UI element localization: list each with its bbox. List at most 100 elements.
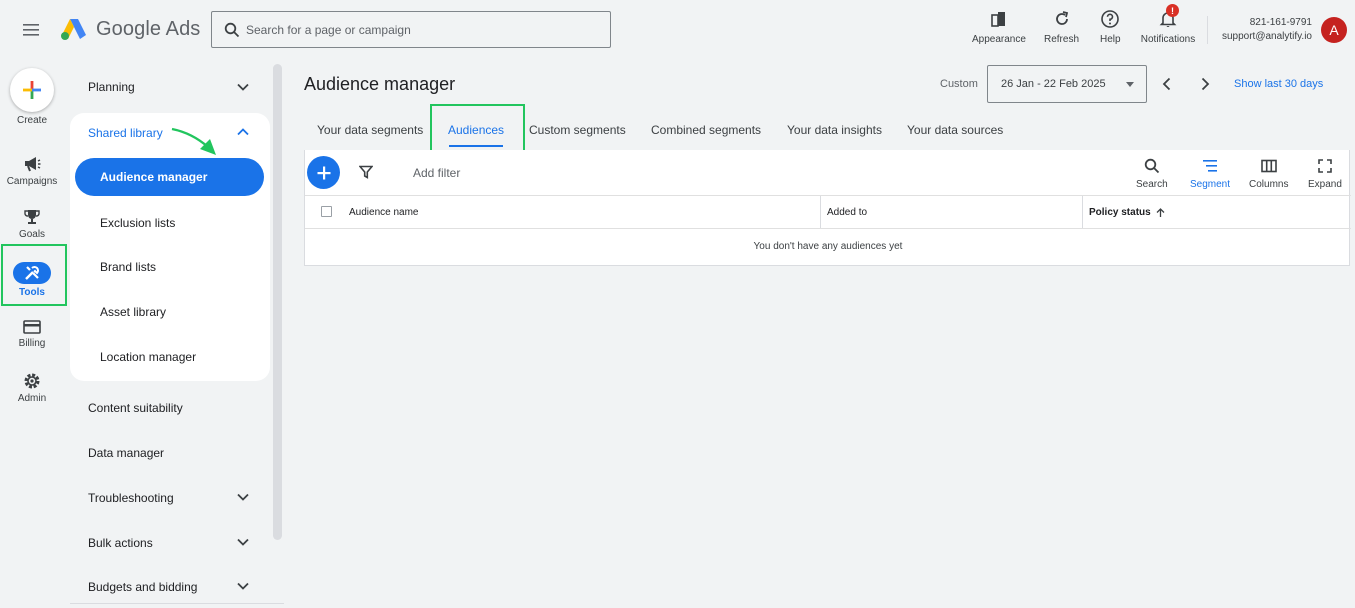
google-ads-logo-icon bbox=[61, 19, 86, 40]
tab-custom-segments[interactable]: Custom segments bbox=[529, 123, 626, 137]
dropdown-caret-icon bbox=[1126, 82, 1134, 87]
bulk-actions-label: Bulk actions bbox=[88, 536, 153, 550]
column-header-audience-name[interactable]: Audience name bbox=[349, 196, 419, 229]
chevron-down-icon[interactable] bbox=[236, 80, 250, 94]
chevron-left-icon[interactable] bbox=[1159, 76, 1175, 92]
account-id: 821-161-9791 bbox=[1249, 17, 1312, 28]
help-button[interactable]: Help bbox=[1100, 8, 1121, 45]
chevron-down-icon[interactable] bbox=[236, 490, 250, 504]
rail-billing[interactable]: Billing bbox=[0, 319, 64, 349]
rail-goals[interactable]: Goals bbox=[0, 208, 64, 240]
appearance-button[interactable]: Appearance bbox=[972, 8, 1026, 45]
column-separator bbox=[820, 196, 821, 229]
show-last-30-days-link[interactable]: Show last 30 days bbox=[1234, 78, 1323, 90]
table-search-label: Search bbox=[1136, 179, 1168, 190]
segment-icon bbox=[1202, 156, 1218, 176]
nav-bottom-divider bbox=[70, 603, 284, 604]
avatar[interactable]: A bbox=[1321, 17, 1347, 43]
table-expand-label: Expand bbox=[1308, 179, 1342, 190]
date-range-value: 26 Jan - 22 Feb 2025 bbox=[1001, 78, 1106, 90]
table-columns-label: Columns bbox=[1249, 179, 1289, 190]
nav-planning[interactable]: Planning bbox=[88, 80, 135, 94]
rail-admin[interactable]: Admin bbox=[0, 372, 64, 404]
chevron-right-icon[interactable] bbox=[1197, 76, 1213, 92]
hamburger-menu-icon[interactable] bbox=[20, 18, 44, 42]
nav-data-manager[interactable]: Data manager bbox=[88, 446, 164, 460]
chevron-down-icon[interactable] bbox=[236, 579, 250, 593]
goals-label: Goals bbox=[18, 229, 46, 240]
troubleshooting-label: Troubleshooting bbox=[88, 491, 174, 505]
nav-asset-library[interactable]: Asset library bbox=[100, 305, 166, 319]
empty-state-message: You don't have any audiences yet bbox=[753, 241, 903, 252]
chevron-up-icon[interactable] bbox=[236, 125, 250, 139]
top-header: Google Ads Appearance Refresh Help ! Not… bbox=[0, 0, 1355, 60]
green-arrow-icon bbox=[171, 127, 216, 155]
content-suitability-label: Content suitability bbox=[88, 401, 183, 415]
notification-badge: ! bbox=[1166, 4, 1179, 17]
select-all-checkbox[interactable] bbox=[321, 206, 332, 217]
tab-your-data-insights[interactable]: Your data insights bbox=[787, 123, 882, 137]
budgets-bidding-label: Budgets and bidding bbox=[88, 580, 198, 594]
google-ads-logo[interactable]: Google Ads bbox=[60, 17, 200, 41]
search-box[interactable] bbox=[211, 11, 611, 48]
tab-your-data-segments[interactable]: Your data segments bbox=[317, 123, 423, 137]
notifications-button[interactable]: ! Notifications bbox=[1138, 4, 1198, 45]
expand-icon bbox=[1318, 156, 1332, 176]
table-expand-button[interactable]: Expand bbox=[1308, 156, 1342, 190]
search-input[interactable] bbox=[246, 22, 586, 37]
appearance-icon bbox=[990, 8, 1008, 30]
create-plus-icon bbox=[10, 68, 54, 112]
table-columns-button[interactable]: Columns bbox=[1249, 156, 1288, 190]
add-filter-button[interactable]: Add filter bbox=[413, 166, 460, 180]
nav-location-manager[interactable]: Location manager bbox=[100, 350, 196, 364]
nav-troubleshooting[interactable]: Troubleshooting bbox=[88, 491, 174, 505]
trophy-icon bbox=[24, 210, 40, 224]
table-segment-button[interactable]: Segment bbox=[1190, 156, 1230, 190]
nav-bulk-actions[interactable]: Bulk actions bbox=[88, 536, 153, 550]
header-row-divider bbox=[305, 228, 1351, 229]
table-search-button[interactable]: Search bbox=[1136, 156, 1168, 190]
nav-brand-lists[interactable]: Brand lists bbox=[100, 260, 156, 274]
chevron-down-icon[interactable] bbox=[236, 535, 250, 549]
column-separator bbox=[1082, 196, 1083, 229]
nav-planning-label: Planning bbox=[88, 80, 135, 94]
table-segment-label: Segment bbox=[1190, 179, 1231, 190]
audience-manager-label: Audience manager bbox=[100, 170, 208, 184]
tools-highlight-box bbox=[1, 244, 67, 306]
tab-combined-segments[interactable]: Combined segments bbox=[651, 123, 761, 137]
nav-exclusion-lists[interactable]: Exclusion lists bbox=[100, 216, 175, 230]
notifications-label: Notifications bbox=[1140, 34, 1196, 45]
account-email: support@analytify.io bbox=[1221, 31, 1312, 42]
help-label: Help bbox=[1100, 34, 1121, 45]
columns-icon bbox=[1260, 156, 1277, 176]
create-button[interactable]: Create bbox=[0, 68, 64, 126]
date-custom-label: Custom bbox=[940, 78, 978, 90]
nav-budgets-bidding[interactable]: Budgets and bidding bbox=[88, 580, 197, 594]
refresh-icon bbox=[1053, 8, 1071, 30]
nav-shared-library[interactable]: Shared library bbox=[88, 126, 163, 140]
megaphone-icon bbox=[25, 157, 41, 172]
add-audience-button[interactable] bbox=[307, 156, 340, 189]
refresh-button[interactable]: Refresh bbox=[1044, 8, 1079, 45]
nav-scrollbar[interactable] bbox=[273, 64, 282, 540]
audiences-table: Add filter Search Segment Columns Expand… bbox=[304, 150, 1351, 266]
gear-icon bbox=[24, 373, 40, 389]
column-header-added-to[interactable]: Added to bbox=[827, 196, 867, 229]
help-icon bbox=[1100, 8, 1120, 30]
sort-arrow-up-icon bbox=[1156, 207, 1165, 217]
column-header-policy-status[interactable]: Policy status bbox=[1089, 196, 1165, 229]
product-name: Google Ads bbox=[96, 17, 201, 40]
account-info[interactable]: 821-161-9791 support@analytify.io bbox=[1214, 16, 1312, 44]
nav-content-suitability[interactable]: Content suitability bbox=[88, 401, 183, 415]
billing-label: Billing bbox=[18, 338, 46, 349]
date-range-picker[interactable]: 26 Jan - 22 Feb 2025 bbox=[987, 65, 1147, 103]
nav-audience-manager[interactable]: Audience manager bbox=[75, 158, 264, 196]
appearance-label: Appearance bbox=[972, 34, 1026, 45]
filter-icon[interactable] bbox=[359, 165, 373, 179]
rail-campaigns[interactable]: Campaigns bbox=[0, 155, 64, 187]
plus-icon bbox=[317, 166, 330, 179]
bell-icon: ! bbox=[1138, 4, 1198, 30]
credit-card-icon bbox=[23, 320, 41, 334]
tab-your-data-sources[interactable]: Your data sources bbox=[907, 123, 1003, 137]
refresh-label: Refresh bbox=[1044, 34, 1080, 45]
